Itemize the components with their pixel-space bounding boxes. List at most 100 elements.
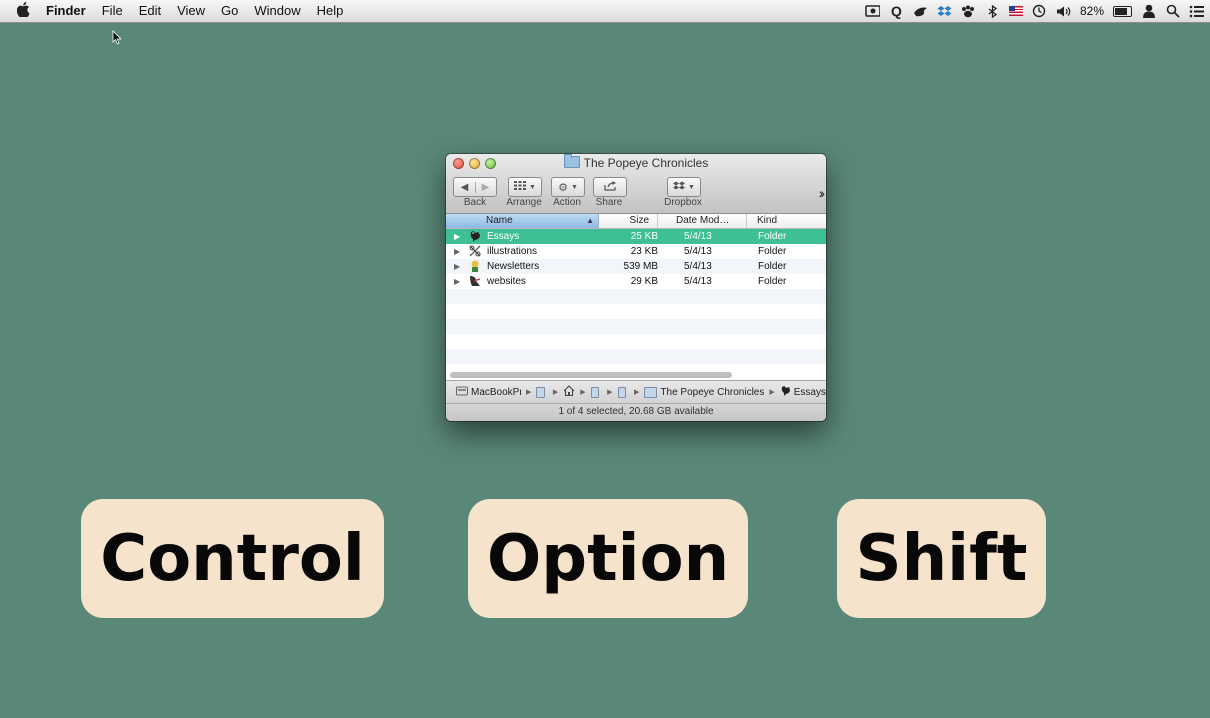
share-button[interactable] bbox=[593, 177, 627, 197]
mouse-pointer-icon bbox=[112, 30, 122, 50]
list-item[interactable]: ▶ Essays 25 KB 5/4/13 Folder bbox=[446, 229, 826, 244]
spotlight-search-icon[interactable] bbox=[1165, 4, 1180, 18]
path-parent-label: The Popeye Chronicles bbox=[660, 386, 765, 398]
illustration-folder-icon bbox=[469, 245, 481, 257]
empty-row bbox=[446, 304, 826, 319]
menu-app-finder[interactable]: Finder bbox=[38, 0, 94, 22]
back-label: Back bbox=[463, 197, 487, 208]
home-icon[interactable] bbox=[563, 385, 575, 399]
file-kind: Folder bbox=[758, 261, 787, 272]
file-size: 539 MB bbox=[623, 261, 658, 272]
action-label: Action bbox=[553, 197, 581, 208]
finder-window: The Popeye Chronicles ◀ ▶ Back ▼ Arrange… bbox=[446, 154, 826, 421]
path-separator-icon: ▶ bbox=[580, 389, 586, 396]
disclosure-triangle-icon[interactable]: ▶ bbox=[454, 259, 460, 274]
time-machine-icon[interactable] bbox=[1032, 4, 1047, 18]
path-current-label: Essays bbox=[793, 386, 826, 398]
us-flag-icon[interactable] bbox=[1008, 6, 1023, 16]
file-name: Essays bbox=[487, 231, 520, 242]
path-separator-icon: ▶ bbox=[607, 389, 613, 396]
paw-icon[interactable] bbox=[961, 5, 976, 18]
sort-ascending-icon: ▲ bbox=[586, 216, 594, 225]
column-header-date[interactable]: Date Mod… bbox=[676, 214, 747, 228]
action-button[interactable]: ⚙ ▼ bbox=[551, 177, 585, 197]
dropbox-icon[interactable] bbox=[937, 5, 952, 18]
menu-view[interactable]: View bbox=[169, 0, 213, 22]
window-titlebar[interactable]: The Popeye Chronicles ◀ ▶ Back ▼ Arrange… bbox=[446, 154, 826, 214]
forward-arrow-icon[interactable]: ▶ bbox=[476, 182, 496, 193]
list-item[interactable]: ▶ illustrations 23 KB 5/4/13 Folder bbox=[446, 244, 826, 259]
rooster-folder-icon bbox=[780, 385, 791, 399]
volume-icon[interactable] bbox=[1056, 5, 1071, 18]
disclosure-triangle-icon[interactable]: ▶ bbox=[454, 229, 460, 244]
file-date: 5/4/13 bbox=[684, 231, 712, 242]
screen-recorder-icon[interactable] bbox=[865, 5, 880, 18]
path-root-label: MacBookPr bbox=[471, 386, 521, 398]
rooster-folder-icon bbox=[469, 230, 481, 242]
file-size: 23 KB bbox=[630, 246, 658, 257]
window-title: The Popeye Chronicles bbox=[446, 154, 826, 170]
column-header-kind[interactable]: Kind bbox=[757, 214, 817, 228]
empty-row bbox=[446, 319, 826, 334]
column-header-name-label: Name bbox=[486, 215, 513, 226]
path-separator-icon: ▶ bbox=[526, 389, 532, 396]
folder-icon bbox=[644, 386, 658, 398]
status-tray: Q 82% bbox=[865, 0, 1204, 22]
folder-icon[interactable] bbox=[536, 386, 545, 398]
battery-icon[interactable] bbox=[1113, 5, 1132, 17]
file-name: Newsletters bbox=[487, 261, 540, 272]
dropdown-arrow-icon: ▼ bbox=[570, 183, 578, 191]
folder-icon[interactable] bbox=[617, 386, 627, 398]
dropdown-arrow-icon: ▼ bbox=[688, 183, 695, 191]
file-date: 5/4/13 bbox=[684, 246, 712, 257]
menu-help[interactable]: Help bbox=[309, 0, 352, 22]
share-label: Share bbox=[595, 197, 623, 208]
dropdown-arrow-icon: ▼ bbox=[529, 183, 536, 191]
arrange-button[interactable]: ▼ bbox=[508, 177, 542, 197]
folder-icon[interactable] bbox=[590, 386, 600, 398]
disclosure-triangle-icon[interactable]: ▶ bbox=[454, 244, 460, 259]
path-separator-icon: ▶ bbox=[634, 389, 640, 396]
bird-icon[interactable] bbox=[913, 5, 928, 18]
file-size: 29 KB bbox=[630, 276, 658, 287]
column-header-name[interactable]: Name ▲ bbox=[446, 214, 599, 228]
menu-bar: Finder File Edit View Go Window Help Q 8… bbox=[0, 0, 1210, 23]
arrange-label: Arrange bbox=[506, 197, 542, 208]
empty-row bbox=[446, 349, 826, 364]
notification-center-icon[interactable] bbox=[1189, 5, 1204, 18]
control-key: Control bbox=[81, 499, 384, 618]
horizontal-scrollbar[interactable] bbox=[446, 371, 826, 379]
bluetooth-icon[interactable] bbox=[985, 4, 1000, 18]
back-arrow-icon[interactable]: ◀ bbox=[455, 181, 476, 193]
file-date: 5/4/13 bbox=[684, 276, 712, 287]
file-kind: Folder bbox=[758, 246, 787, 257]
column-header-size[interactable]: Size bbox=[600, 214, 658, 228]
status-bar: 1 of 4 selected, 20.68 GB available bbox=[446, 403, 826, 421]
file-kind: Folder bbox=[758, 231, 787, 242]
file-list: ▶ Essays 25 KB 5/4/13 Folder ▶ illustrat… bbox=[446, 229, 826, 371]
disclosure-triangle-icon[interactable]: ▶ bbox=[454, 274, 460, 289]
websites-folder-icon bbox=[469, 275, 481, 287]
path-item-current[interactable]: Essays bbox=[780, 385, 826, 399]
empty-row bbox=[446, 289, 826, 304]
list-item[interactable]: ▶ Newsletters 539 MB 5/4/13 Folder bbox=[446, 259, 826, 274]
folder-icon bbox=[563, 154, 580, 168]
path-item-root[interactable]: MacBookPr bbox=[456, 386, 521, 399]
menu-go[interactable]: Go bbox=[213, 0, 246, 22]
apple-menu-icon[interactable] bbox=[12, 1, 34, 21]
dropbox-label: Dropbox bbox=[664, 197, 702, 208]
path-item-parent[interactable]: The Popeye Chronicles bbox=[644, 386, 765, 398]
quicksilver-icon[interactable]: Q bbox=[889, 3, 904, 19]
menu-edit[interactable]: Edit bbox=[131, 0, 169, 22]
user-icon[interactable] bbox=[1141, 4, 1156, 18]
dropbox-button[interactable]: ▼ bbox=[667, 177, 701, 197]
battery-percent[interactable]: 82% bbox=[1080, 4, 1104, 18]
path-bar: MacBookPr ▶ ▶ ▶ ▶ ▶ The Popeye Chronicle… bbox=[446, 380, 826, 403]
menu-window[interactable]: Window bbox=[246, 0, 308, 22]
list-item[interactable]: ▶ websites 29 KB 5/4/13 Folder bbox=[446, 274, 826, 289]
grid-icon bbox=[514, 181, 527, 193]
scrollbar-thumb[interactable] bbox=[450, 372, 732, 378]
path-separator-icon: ▶ bbox=[769, 389, 775, 396]
menu-file[interactable]: File bbox=[94, 0, 131, 22]
toolbar-overflow-chevron-icon[interactable]: ›› bbox=[819, 185, 826, 201]
